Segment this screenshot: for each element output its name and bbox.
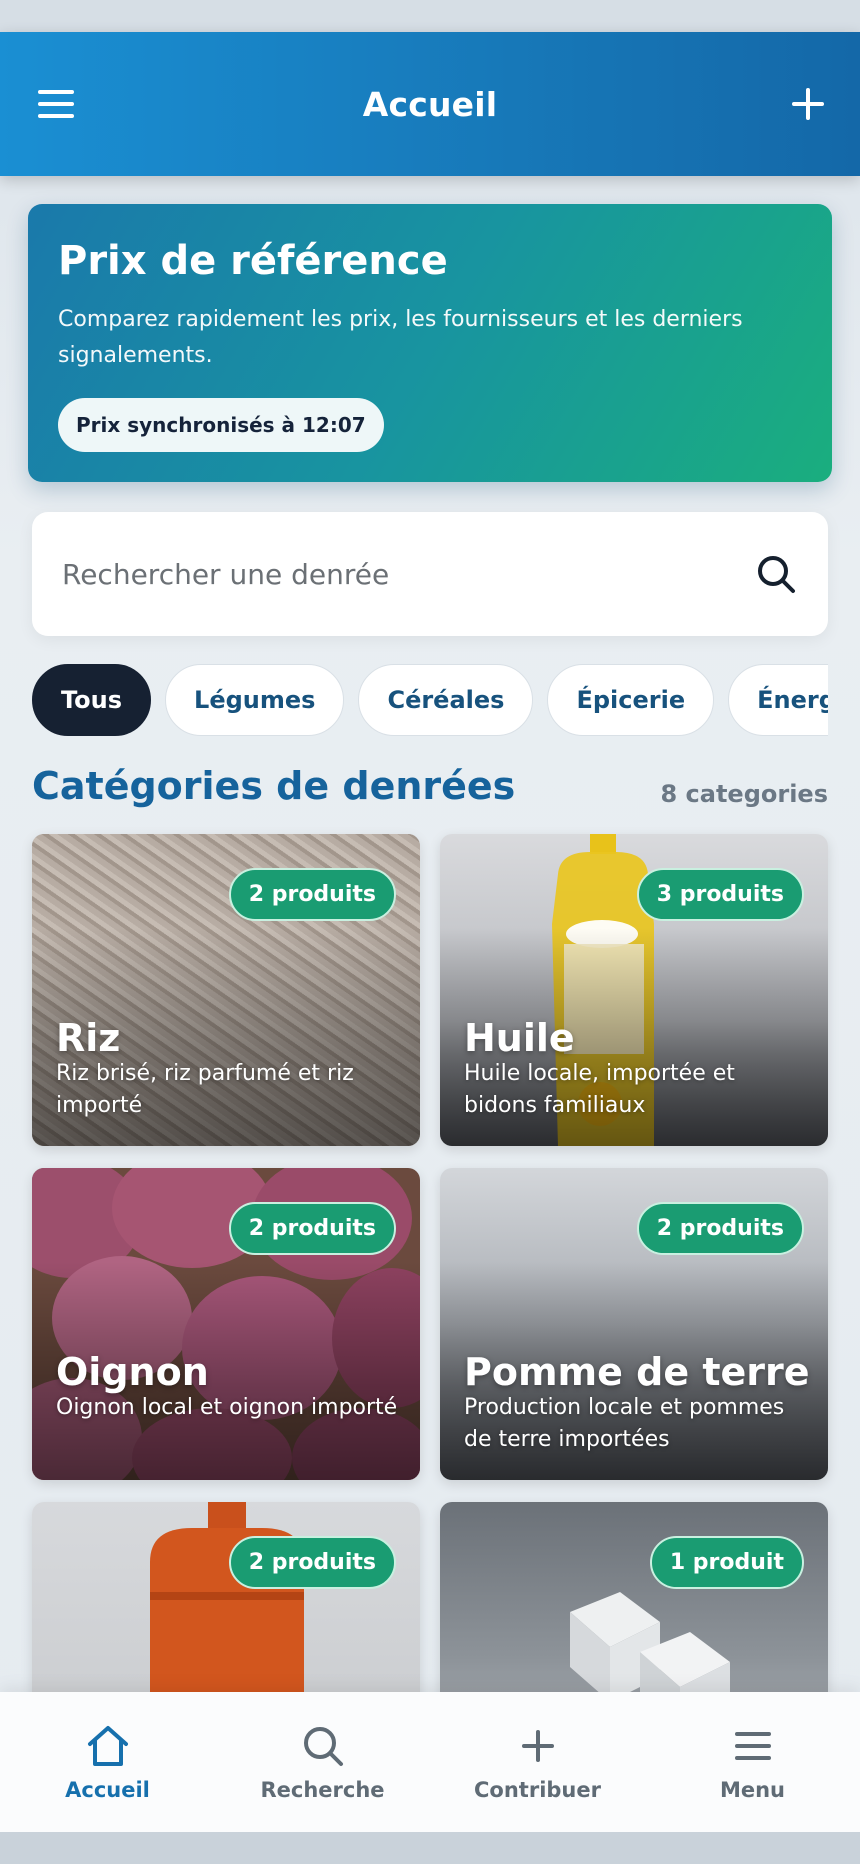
search-icon[interactable] (754, 552, 798, 596)
category-description: Production locale et pommes de terre imp… (464, 1395, 785, 1452)
sync-status-badge: Prix synchronisés à 12:07 (58, 398, 384, 452)
category-description: Riz brisé, riz parfumé et riz importé (56, 1061, 354, 1118)
filter-chip-legumes[interactable]: Légumes (165, 664, 345, 736)
filter-chip-cereales[interactable]: Céréales (358, 664, 534, 736)
page-title: Accueil (362, 84, 498, 124)
nav-recherche[interactable]: Recherche (215, 1692, 430, 1832)
product-count-badge: 2 produits (228, 1202, 396, 1255)
category-filter-chips: TousLégumesCéréalesÉpicerieÉnergie (32, 664, 828, 738)
home-icon (87, 1726, 128, 1766)
product-count-badge: 2 produits (636, 1202, 804, 1255)
category-description: Oignon local et oignon importé (56, 1395, 398, 1420)
hamburger-icon (38, 90, 74, 118)
bottom-navigation: Accueil Recherche Contribuer Menu (0, 1692, 860, 1832)
search-bar (32, 512, 828, 636)
product-count-badge: 2 produits (228, 868, 396, 921)
nav-label: Contribuer (474, 1778, 601, 1802)
product-count-badge: 1 produit (649, 1536, 804, 1589)
app-bar: Accueil (0, 32, 860, 176)
search-input[interactable] (62, 557, 754, 591)
nav-menu[interactable]: Menu (645, 1692, 860, 1832)
search-icon (303, 1727, 343, 1766)
nav-accueil[interactable]: Accueil (0, 1692, 215, 1832)
category-card-pomme-de-terre[interactable]: 2 produits Pomme de terre Production loc… (440, 1168, 828, 1480)
category-description: Huile locale, importée et bidons familia… (464, 1061, 735, 1118)
category-count: 8 categories (660, 780, 828, 808)
category-name: Huile (464, 1016, 575, 1060)
category-name: Riz (56, 1016, 121, 1060)
category-card-riz[interactable]: 2 produits Riz Riz brisé, riz parfumé et… (32, 834, 420, 1146)
menu-icon (734, 1732, 771, 1760)
nav-label: Menu (719, 1778, 786, 1802)
category-name: Pomme de terre (464, 1350, 810, 1394)
plus-icon (792, 88, 824, 120)
nav-label: Accueil (65, 1778, 150, 1802)
category-card-huile[interactable]: 3 produits Huile Huile locale, importée … (440, 834, 828, 1146)
banner-subtitle: Comparez rapidement les prix, les fourni… (58, 307, 743, 368)
filter-chip-epicerie[interactable]: Épicerie (547, 664, 715, 736)
nav-contribuer[interactable]: Contribuer (430, 1692, 645, 1832)
reference-price-banner: Prix de référence Comparez rapidement le… (28, 204, 832, 482)
banner-title: Prix de référence (58, 238, 448, 284)
status-bar (0, 0, 860, 32)
category-name: Oignon (56, 1350, 209, 1394)
filter-chip-energie[interactable]: Énergie (728, 664, 828, 736)
plus-icon (521, 1730, 554, 1762)
filter-chip-tous[interactable]: Tous (32, 664, 152, 736)
add-button[interactable] (786, 82, 830, 126)
category-card-oignon[interactable]: 2 produits Oignon Oignon local et oignon… (32, 1168, 420, 1480)
product-count-badge: 2 produits (228, 1536, 396, 1589)
menu-button[interactable] (34, 84, 78, 124)
product-count-badge: 3 produits (636, 868, 804, 921)
nav-label: Recherche (260, 1778, 385, 1802)
system-navigation-area (0, 1832, 860, 1864)
section-title: Catégories de denrées (32, 764, 516, 808)
